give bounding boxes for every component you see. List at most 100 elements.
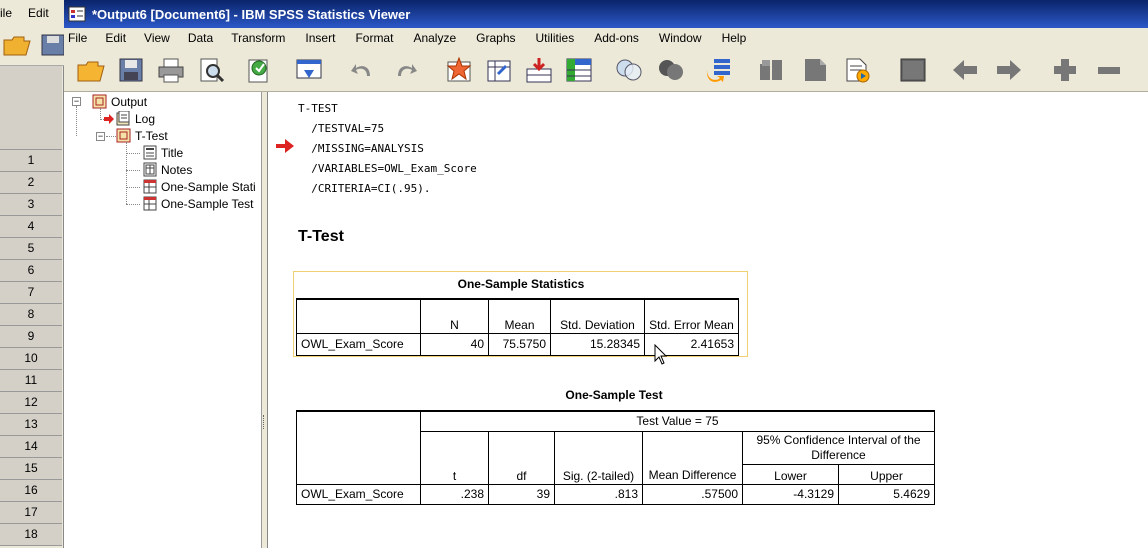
row-header[interactable]: 7 [0, 282, 62, 304]
print-icon[interactable] [154, 54, 188, 86]
collapse-icon[interactable] [1092, 54, 1126, 86]
collapse-ttest-toggle[interactable]: − [96, 132, 105, 141]
menu-graphs[interactable]: Graphs [476, 31, 521, 45]
menu-data[interactable]: Data [188, 31, 219, 45]
outline-label-output: Output [111, 94, 148, 109]
notes-icon [143, 162, 157, 177]
menu-window[interactable]: Window [659, 31, 708, 45]
show-all-icon[interactable] [754, 54, 788, 86]
collapse-output-toggle[interactable]: − [72, 97, 81, 106]
table-corner-cell [296, 410, 421, 485]
row-header[interactable]: 11 [0, 370, 62, 392]
outline-node-log[interactable]: Log [116, 111, 155, 126]
undo-icon[interactable] [346, 54, 380, 86]
toolbar [64, 48, 1148, 92]
outline-node-ttest[interactable]: T-Test [116, 128, 168, 143]
menu-help[interactable]: Help [722, 31, 753, 45]
select-cases-icon[interactable] [612, 54, 646, 86]
expand-icon[interactable] [1048, 54, 1082, 86]
background-menu-edit[interactable]: Edit [28, 6, 49, 20]
row-header[interactable]: 9 [0, 326, 62, 348]
outline-node-notes[interactable]: Notes [142, 162, 192, 177]
title-bar[interactable]: *Output6 [Document6] - IBM SPSS Statisti… [64, 0, 1148, 28]
row-header[interactable]: 1 [0, 150, 62, 172]
stat-n-value: 40 [420, 332, 489, 356]
menu-insert[interactable]: Insert [305, 31, 341, 45]
splitter-grip[interactable] [263, 415, 266, 429]
one-sample-statistics-table[interactable]: N Mean Std. Deviation Std. Error Mean OW… [296, 298, 739, 356]
menu-transform[interactable]: Transform [231, 31, 291, 45]
menu-format[interactable]: Format [355, 31, 399, 45]
row-header[interactable]: 13 [0, 414, 62, 436]
test-table-title: One-Sample Test [565, 388, 663, 402]
title-icon [143, 145, 157, 160]
row-header[interactable]: 8 [0, 304, 62, 326]
syntax-line[interactable]: /CRITERIA=CI(.95). [298, 182, 430, 195]
row-header[interactable]: 15 [0, 458, 62, 480]
menu-edit[interactable]: Edit [105, 31, 132, 45]
row-header[interactable]: 4 [0, 216, 62, 238]
test-value-header: Test Value = 75 [420, 410, 935, 432]
test-mean-diff-value: .57500 [642, 483, 743, 505]
open-folder-icon[interactable] [74, 54, 108, 86]
test-t-value: .238 [420, 483, 489, 505]
goto-case-icon[interactable] [442, 54, 476, 86]
designate-window-icon[interactable] [798, 54, 832, 86]
recall-dialog-icon[interactable] [292, 54, 326, 86]
syntax-line[interactable]: /VARIABLES=OWL_Exam_Score [298, 162, 477, 175]
row-header[interactable]: 2 [0, 172, 62, 194]
export-icon[interactable] [242, 54, 276, 86]
redo-icon[interactable] [388, 54, 422, 86]
menu-addons[interactable]: Add-ons [594, 31, 645, 45]
stat-mean-value: 75.5750 [488, 332, 551, 356]
print-preview-icon[interactable] [194, 54, 228, 86]
open-folder-icon[interactable] [2, 32, 32, 58]
save-icon[interactable] [114, 54, 148, 86]
outline-label-notes: Notes [161, 162, 193, 177]
row-header[interactable]: 10 [0, 348, 62, 370]
insert-cases-icon[interactable] [522, 54, 556, 86]
one-sample-test-table[interactable]: Test Value = 75 t df Sig. (2-tailed) Mea… [296, 410, 935, 505]
outline-pane: − Output Log − T-Test Title Notes One-Sa… [64, 92, 262, 548]
background-column-header-area [0, 66, 62, 150]
row-header[interactable]: 5 [0, 238, 62, 260]
demote-icon[interactable] [992, 54, 1026, 86]
row-header[interactable]: 12 [0, 392, 62, 414]
table-icon [143, 179, 157, 194]
row-header[interactable]: 6 [0, 260, 62, 282]
test-lower-value: -4.3129 [742, 483, 839, 505]
outline-node-one-sample-statistics[interactable]: One-Sample Stati [142, 179, 256, 194]
menu-analyze[interactable]: Analyze [413, 31, 462, 45]
promote-icon[interactable] [948, 54, 982, 86]
menu-file[interactable]: File [68, 31, 93, 45]
syntax-line[interactable]: /MISSING=ANALYSIS [298, 142, 424, 155]
variables-icon[interactable] [562, 54, 596, 86]
goto-variable-icon[interactable] [482, 54, 516, 86]
row-header[interactable]: 16 [0, 480, 62, 502]
syntax-line[interactable]: /TESTVAL=75 [298, 122, 384, 135]
test-sig-value: .813 [554, 483, 643, 505]
use-sets-icon[interactable] [702, 54, 736, 86]
window-title: *Output6 [Document6] - IBM SPSS Statisti… [92, 6, 411, 22]
value-labels-icon[interactable] [654, 54, 688, 86]
outline-node-one-sample-test[interactable]: One-Sample Test [142, 196, 254, 211]
insert-heading-icon[interactable] [840, 54, 874, 86]
row-header[interactable]: 3 [0, 194, 62, 216]
row-header[interactable]: 18 [0, 524, 62, 546]
column-header: Std. Error Mean [644, 298, 739, 334]
test-upper-value: 5.4629 [838, 483, 935, 505]
outline-node-output[interactable]: Output [92, 94, 147, 109]
insert-title-icon[interactable] [896, 54, 930, 86]
outline-node-title[interactable]: Title [142, 145, 183, 160]
column-header: N [420, 298, 489, 334]
column-header: Mean Difference [642, 430, 743, 485]
row-header[interactable]: 14 [0, 436, 62, 458]
section-heading[interactable]: T-Test [298, 228, 344, 246]
log-icon [116, 111, 130, 126]
menu-utilities[interactable]: Utilities [536, 31, 581, 45]
menu-view[interactable]: View [144, 31, 176, 45]
background-menu-file[interactable]: ile [0, 6, 12, 20]
row-header[interactable]: 17 [0, 502, 62, 524]
current-item-arrow-icon [276, 139, 294, 153]
syntax-line[interactable]: T-TEST [298, 102, 338, 115]
